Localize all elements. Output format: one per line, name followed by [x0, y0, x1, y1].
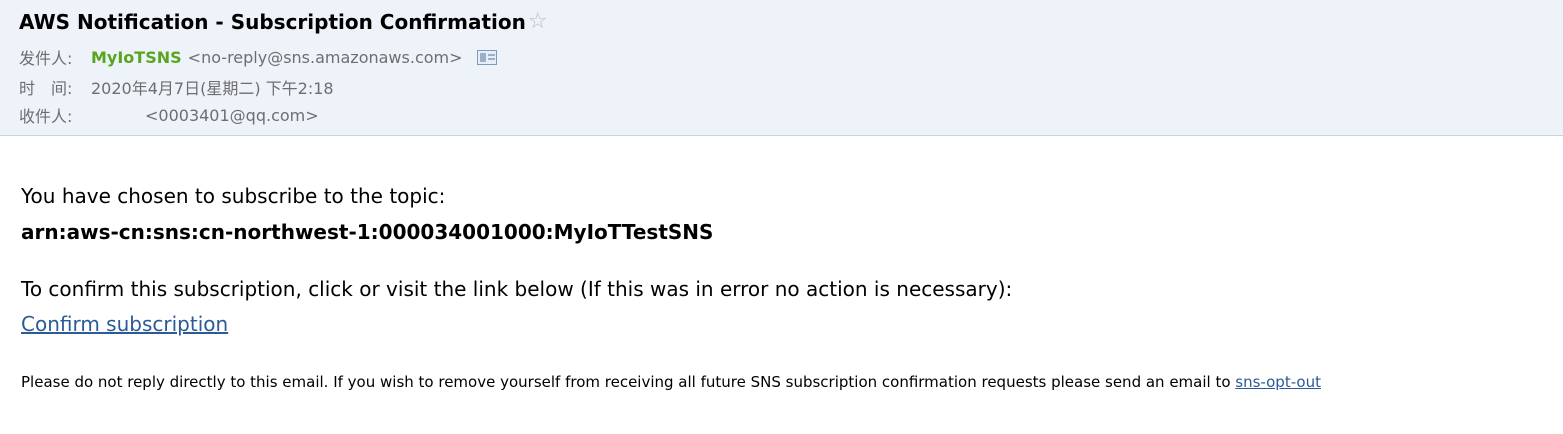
topic-arn: arn:aws-cn:sns:cn-northwest-1:0000340010… [21, 220, 714, 244]
sender-email: <no-reply@sns.amazonaws.com> [187, 47, 463, 67]
recipient-email: <0003401@qq.com> [145, 105, 319, 125]
email-subject: AWS Notification - Subscription Confirma… [19, 10, 526, 34]
to-label: 收件人: [19, 107, 73, 126]
vcard-icon[interactable] [476, 49, 497, 65]
star-icon[interactable]: ☆ [528, 11, 548, 33]
confirm-subscription-link[interactable]: Confirm subscription [21, 312, 228, 336]
to-row: 收件人: <0003401@qq.com> [19, 104, 319, 127]
intro-text: You have chosen to subscribe to the topi… [21, 184, 446, 208]
from-label: 发件人: [19, 49, 73, 68]
confirm-instruction: To confirm this subscription, click or v… [21, 277, 1013, 301]
sender-name[interactable]: MyIoTSNS [91, 48, 182, 67]
email-header: AWS Notification - Subscription Confirma… [0, 0, 1563, 136]
time-value: 2020年4月7日(星期二) 下午2:18 [91, 79, 334, 98]
sns-opt-out-link[interactable]: sns-opt-out [1235, 373, 1321, 391]
time-label: 时 间: [19, 79, 73, 98]
footer-text: Please do not reply directly to this ema… [21, 373, 1236, 391]
from-row: 发件人: MyIoTSNS <no-reply@sns.amazonaws.co… [19, 46, 497, 68]
footer-row: Please do not reply directly to this ema… [21, 373, 1321, 391]
time-row: 时 间: 2020年4月7日(星期二) 下午2:18 [19, 76, 334, 98]
confirm-row: Confirm subscription [21, 312, 228, 336]
subject-row: AWS Notification - Subscription Confirma… [19, 8, 548, 36]
